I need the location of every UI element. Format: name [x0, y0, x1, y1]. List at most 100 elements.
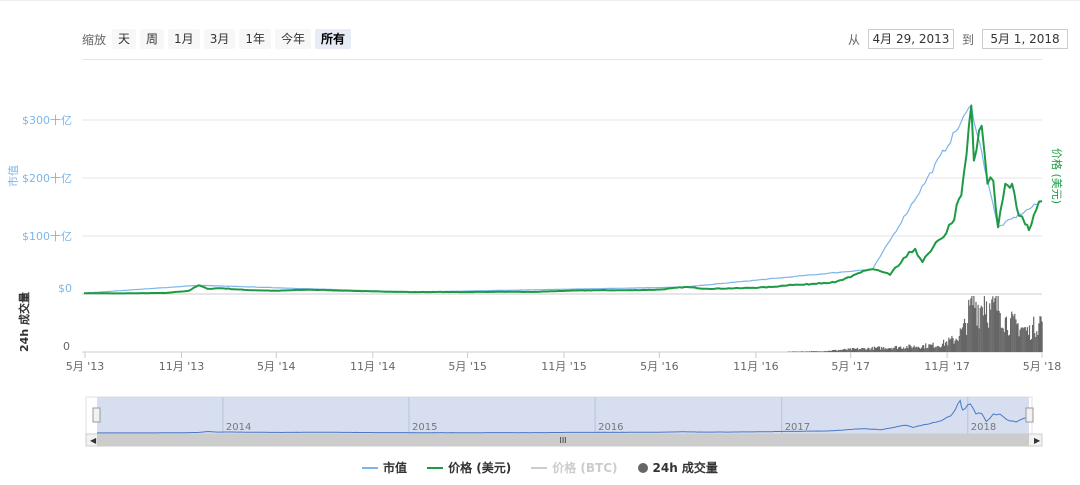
volume-bar [860, 349, 862, 352]
volume-bar [907, 348, 909, 352]
volume-bar [805, 351, 807, 352]
volume-bar [894, 346, 896, 352]
legend-price-usd[interactable]: 价格 (美元) [427, 459, 511, 476]
right-axis-title: 价格 (美元) [1050, 148, 1064, 204]
volume-bar [890, 347, 892, 352]
x-tick-label: 11月 '15 [541, 360, 587, 373]
volume-bar [828, 350, 830, 352]
volume-bar [1024, 327, 1026, 352]
navigator-left-handle[interactable] [92, 407, 101, 423]
volume-bar [898, 346, 901, 352]
volume-bar [1010, 318, 1012, 352]
navigator-year-label: 2016 [598, 422, 623, 433]
volume-bar [992, 296, 994, 352]
scroll-left-arrow-icon[interactable]: ◀ [90, 436, 97, 445]
volume-bar [1007, 335, 1010, 352]
volume-bar [881, 346, 883, 352]
volume-bar [977, 304, 979, 352]
x-tick-label: 11月 '13 [159, 360, 205, 373]
volume-bar [800, 351, 802, 352]
volume-bar [876, 346, 879, 352]
volume-bar [846, 349, 848, 352]
volume-bar [798, 351, 800, 352]
volume-bar [824, 350, 826, 352]
x-tick-label: 5月 '18 [1023, 360, 1062, 373]
volume-bar [983, 296, 985, 352]
volume-bar [787, 351, 789, 352]
x-axis: 5月 '13 11月 '13 5月 '14 11月 '14 5月 '15 11月 '15 5… [66, 352, 1062, 373]
volume-bar [833, 350, 836, 352]
price-chart[interactable]: $300十亿 $200十亿 $100十亿 $0 0 市值 价格 (美元) 24h… [0, 0, 1080, 485]
volume-bar [905, 347, 907, 352]
volume-bar [848, 348, 850, 352]
volume-bar [1014, 313, 1016, 352]
navigator-right-handle[interactable] [1025, 407, 1034, 423]
x-tick-label: 11月 '16 [733, 360, 779, 373]
navigator-year-label: 2018 [971, 422, 996, 433]
chart-legend: 市值 价格 (美元) 价格 (BTC) 24h 成交量 [0, 459, 1080, 476]
price-usd-series [83, 104, 1043, 295]
volume-bar [1012, 314, 1014, 352]
scroll-right-arrow-icon[interactable]: ▶ [1034, 436, 1041, 445]
volume-bar [981, 307, 983, 352]
volume-bar [925, 343, 927, 352]
volume-bar [885, 348, 887, 352]
volume-bar [818, 351, 820, 352]
volume-bar [1036, 331, 1038, 352]
legend-price-btc[interactable]: 价格 (BTC) [531, 459, 618, 476]
x-tick-label: 5月 '17 [831, 360, 870, 373]
legend-market-cap-swatch [362, 466, 379, 469]
volume-bar [966, 335, 968, 352]
legend-market-cap[interactable]: 市值 [362, 459, 407, 476]
volume-bar [1038, 323, 1040, 352]
volume-bar [822, 351, 824, 352]
legend-price-btc-swatch [531, 466, 548, 469]
scrollbar-grip-icon: III [559, 436, 566, 445]
volume-bar [868, 348, 870, 352]
volume-bar [955, 338, 957, 352]
volume-bar [939, 347, 941, 352]
volume-bar [996, 310, 998, 352]
volume-bar [953, 343, 955, 352]
volume-bar [968, 299, 970, 352]
grid-lines [82, 119, 1042, 353]
x-tick-label: 5月 '14 [257, 360, 296, 373]
volume-bar [1034, 333, 1036, 352]
volume-bar [903, 347, 905, 352]
navigator-year-label: 2015 [412, 422, 437, 433]
volume-bar [1020, 327, 1022, 352]
volume-bar [879, 346, 881, 352]
legend-volume-label: 24h 成交量 [652, 461, 718, 475]
volume-bar [1022, 328, 1024, 352]
volume-bar [1029, 340, 1032, 352]
x-tick-label: 5月 '15 [448, 360, 487, 373]
volume-bar [931, 344, 933, 352]
volume-bar [850, 349, 852, 352]
volume-bar [866, 349, 868, 352]
volume-bar [935, 347, 937, 352]
legend-volume[interactable]: 24h 成交量 [637, 459, 718, 476]
volume-bar [988, 327, 990, 352]
legend-price-btc-label: 价格 (BTC) [552, 461, 618, 475]
volume-bar [842, 349, 844, 352]
volume-bar [872, 349, 874, 352]
volume-bar [909, 344, 911, 352]
volume-bar [811, 351, 814, 352]
volume-bar [923, 345, 925, 352]
volume-bar [990, 309, 992, 352]
volume-bar [929, 344, 931, 352]
x-tick-label: 5月 '13 [66, 360, 105, 373]
volume-bar [985, 301, 988, 352]
volume-bar [888, 348, 890, 352]
volume-bar [1026, 327, 1028, 352]
volume-bar [826, 351, 828, 352]
volume-bar [1032, 324, 1034, 352]
volume-tick-0: 0 [63, 340, 70, 353]
volume-bar [998, 310, 1000, 352]
legend-volume-swatch [637, 462, 648, 473]
volume-bar [920, 347, 923, 352]
navigator[interactable]: 2014 2015 2016 2017 2018 ◀ ▶ III [85, 396, 1043, 447]
y-tick-100: $100十亿 [22, 229, 72, 243]
volume-bar [957, 340, 959, 352]
volume-bar [883, 347, 885, 352]
